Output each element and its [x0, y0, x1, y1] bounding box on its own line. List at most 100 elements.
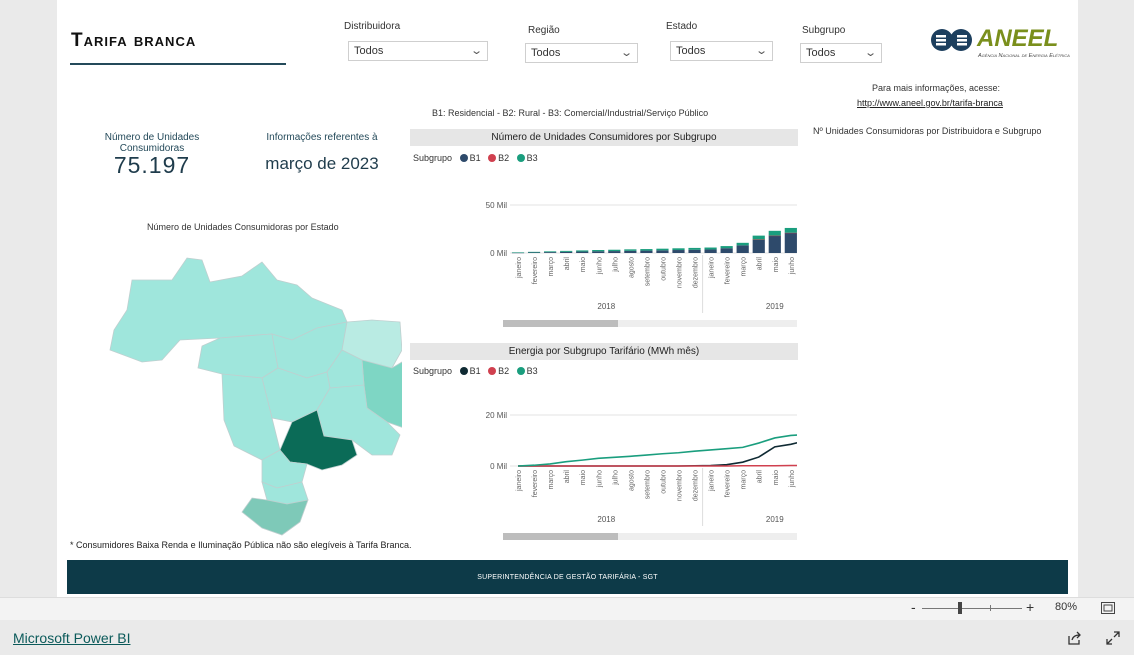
- brazil-map[interactable]: [102, 250, 402, 540]
- bar-b3[interactable]: [640, 249, 653, 251]
- bar-b3[interactable]: [511, 252, 525, 253]
- filter-estado-dropdown[interactable]: Todos ⌄: [670, 41, 773, 61]
- x-tick-label: fevereiro: [532, 470, 539, 497]
- map-title: Número de Unidades Consumidoras por Esta…: [147, 222, 339, 232]
- chart2-legend-b2[interactable]: B2: [498, 366, 509, 376]
- bar-b1[interactable]: [784, 232, 797, 253]
- legend-b3-swatch: [516, 154, 525, 162]
- power-bi-link[interactable]: Microsoft Power BI: [13, 630, 130, 646]
- bar-b1[interactable]: [608, 251, 621, 253]
- year-label: 2018: [597, 302, 615, 311]
- bar-b1[interactable]: [768, 235, 781, 253]
- bar-b3[interactable]: [656, 248, 669, 251]
- footer-banner: SUPERINTENDÊNCIA DE GESTÃO TARIFÁRIA - S…: [67, 560, 1068, 594]
- share-icon[interactable]: [1067, 631, 1082, 645]
- bar-b3[interactable]: [576, 250, 589, 252]
- bar-b1[interactable]: [527, 252, 541, 253]
- bar-b1[interactable]: [720, 248, 733, 253]
- bar-b3[interactable]: [527, 251, 541, 253]
- x-tick-label: fevereiro: [532, 257, 539, 284]
- bar-b3[interactable]: [736, 242, 749, 246]
- map-state-rio-grande-sul[interactable]: [241, 497, 309, 536]
- filter-estado-value: Todos: [676, 45, 706, 57]
- line-series-b3[interactable]: [517, 426, 797, 467]
- x-tick-label: junho: [596, 257, 603, 275]
- chart2-legend-b3[interactable]: B3: [527, 366, 538, 376]
- chart2-line-chart[interactable]: 0 Mil 20 Mil janeiro fevereiro março abril mai…: [397, 405, 797, 542]
- filter-regiao-dropdown[interactable]: Todos ⌄: [525, 43, 638, 63]
- bar-b1[interactable]: [640, 250, 653, 253]
- zoom-in-button[interactable]: +: [1026, 599, 1034, 615]
- legend-b2-swatch: [488, 367, 497, 375]
- map-state-mato-grosso-north[interactable]: [197, 333, 279, 379]
- fit-to-page-icon[interactable]: [1101, 602, 1115, 614]
- bar-b3[interactable]: [592, 250, 605, 252]
- year-label: 2019: [766, 515, 784, 524]
- chart1-legend-b1[interactable]: B1: [470, 153, 481, 163]
- x-tick-label: maio: [580, 470, 587, 485]
- zoom-bar: - + 80%: [0, 597, 1134, 620]
- bar-b3[interactable]: [608, 249, 621, 252]
- chart2-legend: Subgrupo B1 B2 B3: [413, 366, 538, 376]
- report-page: Tarifa branca Distribuidora Todos ⌄ Regi…: [57, 0, 1078, 597]
- y-tick-label: 50 Mil: [486, 201, 508, 210]
- x-tick-label: março: [548, 257, 555, 277]
- line-series-b2[interactable]: [518, 464, 797, 467]
- bar-b3[interactable]: [752, 235, 765, 240]
- x-tick-label: janeiro: [516, 470, 523, 492]
- aneel-logo-mark-icon: [931, 29, 972, 51]
- bar-b1[interactable]: [656, 250, 669, 253]
- x-tick-label: abril: [757, 470, 764, 484]
- bar-b2[interactable]: [768, 235, 781, 237]
- year-label: 2019: [766, 302, 784, 311]
- info-link[interactable]: http://www.aneel.gov.br/tarifa-branca: [857, 98, 1003, 108]
- x-tick-label: novembro: [677, 470, 684, 501]
- bar-b3[interactable]: [672, 248, 685, 251]
- chart1-bar-chart[interactable]: 0 Mil 50 Mil janeiro fevereiro março abril mai…: [397, 195, 797, 330]
- x-tick-label: janeiro: [709, 257, 716, 279]
- x-tick-label: junho: [789, 470, 796, 488]
- bar-b2[interactable]: [752, 239, 765, 240]
- bar-b1[interactable]: [752, 239, 765, 253]
- bar-b1[interactable]: [592, 251, 605, 253]
- filter-distribuidora-label: Distribuidora: [344, 21, 401, 32]
- bar-b3[interactable]: [704, 247, 717, 250]
- chart-scrollbar-thumb[interactable]: [503, 533, 618, 540]
- filter-subgrupo-value: Todos: [806, 47, 836, 59]
- kpi-units-value: 75.197: [113, 152, 191, 178]
- chart-scrollbar-thumb[interactable]: [503, 320, 618, 327]
- bar-b1[interactable]: [560, 251, 573, 253]
- bar-b3[interactable]: [720, 246, 733, 249]
- chart1-legend: Subgrupo B1 B2 B3: [413, 153, 538, 163]
- bar-b1[interactable]: [624, 250, 637, 253]
- fullscreen-icon[interactable]: [1106, 631, 1120, 645]
- info-text: Para mais informações, acesse:: [872, 83, 1001, 93]
- chart2-legend-b1[interactable]: B1: [470, 366, 481, 376]
- y-tick-label: 0 Mil: [490, 462, 507, 471]
- chart1-legend-b3[interactable]: B3: [527, 153, 538, 163]
- zoom-slider-thumb[interactable]: [958, 602, 962, 614]
- bar-b1[interactable]: [736, 245, 749, 253]
- x-tick-label: setembro: [644, 257, 651, 286]
- bar-b3[interactable]: [688, 247, 701, 250]
- bar-b2[interactable]: [784, 232, 797, 234]
- chart1-legend-b2[interactable]: B2: [498, 153, 509, 163]
- filter-subgrupo-dropdown[interactable]: Todos ⌄: [800, 43, 882, 63]
- chart1-legend-title: Subgrupo: [413, 153, 453, 163]
- bar-b1[interactable]: [704, 249, 717, 253]
- bar-b3[interactable]: [560, 250, 573, 252]
- bar-b3[interactable]: [768, 230, 781, 236]
- zoom-slider-track[interactable]: [922, 608, 1022, 609]
- chart2-title: Energia por Subgrupo Tarifário (MWh mês): [410, 343, 798, 360]
- filter-distribuidora-dropdown[interactable]: Todos ⌄: [348, 41, 488, 61]
- bar-b1[interactable]: [576, 251, 589, 253]
- bar-b3[interactable]: [544, 251, 557, 253]
- bar-b1[interactable]: [544, 252, 557, 253]
- bar-b3[interactable]: [624, 249, 637, 251]
- zoom-slider-tick: [990, 605, 991, 611]
- bar-b1[interactable]: [688, 249, 701, 253]
- zoom-out-button[interactable]: -: [911, 599, 916, 615]
- bar-b1[interactable]: [672, 250, 685, 253]
- bar-b3[interactable]: [784, 227, 797, 233]
- bottom-bar: Microsoft Power BI: [0, 620, 1134, 655]
